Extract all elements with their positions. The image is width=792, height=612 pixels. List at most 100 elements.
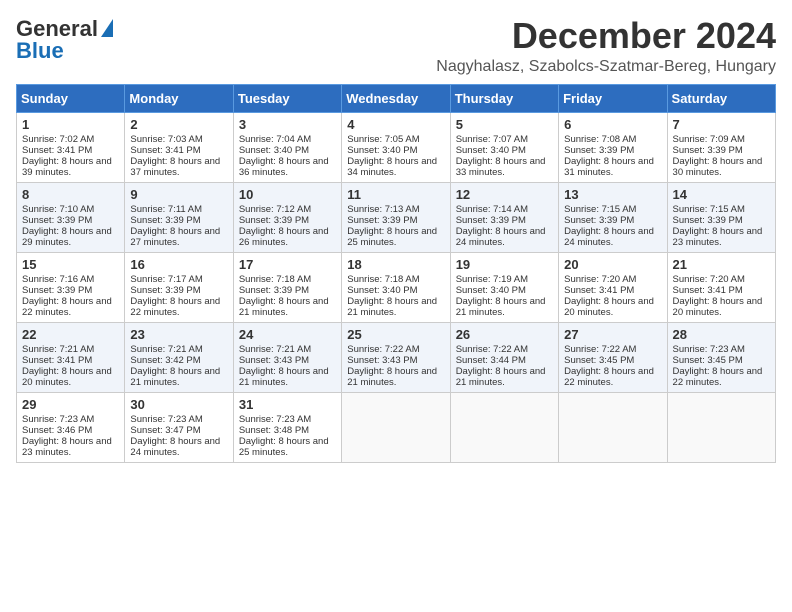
daylight: Daylight: 8 hours and 21 minutes. — [239, 366, 329, 388]
day-number: 15 — [22, 257, 119, 272]
sunrise: Sunrise: 7:21 AM — [130, 344, 202, 355]
sunset: Sunset: 3:39 PM — [347, 215, 417, 226]
day-number: 3 — [239, 117, 336, 132]
daylight: Daylight: 8 hours and 24 minutes. — [456, 226, 546, 248]
sunset: Sunset: 3:39 PM — [130, 215, 200, 226]
daylight: Daylight: 8 hours and 22 minutes. — [564, 366, 654, 388]
day-26: 26Sunrise: 7:22 AMSunset: 3:44 PMDayligh… — [450, 322, 558, 392]
empty-cell — [450, 392, 558, 462]
sunrise: Sunrise: 7:15 AM — [564, 204, 636, 215]
sunset: Sunset: 3:40 PM — [456, 145, 526, 156]
sunset: Sunset: 3:41 PM — [564, 285, 634, 296]
sunrise: Sunrise: 7:23 AM — [673, 344, 745, 355]
sunset: Sunset: 3:48 PM — [239, 425, 309, 436]
calendar-week-4: 22Sunrise: 7:21 AMSunset: 3:41 PMDayligh… — [17, 322, 776, 392]
daylight: Daylight: 8 hours and 33 minutes. — [456, 156, 546, 178]
daylight: Daylight: 8 hours and 22 minutes. — [673, 366, 763, 388]
sunset: Sunset: 3:42 PM — [130, 355, 200, 366]
sunrise: Sunrise: 7:04 AM — [239, 134, 311, 145]
daylight: Daylight: 8 hours and 25 minutes. — [347, 226, 437, 248]
day-23: 23Sunrise: 7:21 AMSunset: 3:42 PMDayligh… — [125, 322, 233, 392]
sunrise: Sunrise: 7:20 AM — [673, 274, 745, 285]
sunset: Sunset: 3:41 PM — [673, 285, 743, 296]
daylight: Daylight: 8 hours and 24 minutes. — [564, 226, 654, 248]
sunset: Sunset: 3:45 PM — [673, 355, 743, 366]
day-20: 20Sunrise: 7:20 AMSunset: 3:41 PMDayligh… — [559, 252, 667, 322]
sunrise: Sunrise: 7:13 AM — [347, 204, 419, 215]
daylight: Daylight: 8 hours and 24 minutes. — [130, 436, 220, 458]
day-number: 8 — [22, 187, 119, 202]
daylight: Daylight: 8 hours and 20 minutes. — [564, 296, 654, 318]
sunset: Sunset: 3:40 PM — [347, 285, 417, 296]
sunrise: Sunrise: 7:22 AM — [564, 344, 636, 355]
sunset: Sunset: 3:39 PM — [564, 145, 634, 156]
sunset: Sunset: 3:40 PM — [347, 145, 417, 156]
col-saturday: Saturday — [667, 84, 775, 112]
daylight: Daylight: 8 hours and 31 minutes. — [564, 156, 654, 178]
sunrise: Sunrise: 7:23 AM — [22, 414, 94, 425]
subtitle: Nagyhalasz, Szabolcs-Szatmar-Bereg, Hung… — [436, 58, 776, 76]
day-number: 28 — [673, 327, 770, 342]
day-number: 26 — [456, 327, 553, 342]
logo-shape — [101, 19, 113, 37]
calendar-week-5: 29Sunrise: 7:23 AMSunset: 3:46 PMDayligh… — [17, 392, 776, 462]
col-tuesday: Tuesday — [233, 84, 341, 112]
sunrise: Sunrise: 7:12 AM — [239, 204, 311, 215]
daylight: Daylight: 8 hours and 37 minutes. — [130, 156, 220, 178]
day-number: 9 — [130, 187, 227, 202]
sunrise: Sunrise: 7:17 AM — [130, 274, 202, 285]
day-number: 14 — [673, 187, 770, 202]
day-number: 4 — [347, 117, 444, 132]
day-31: 31Sunrise: 7:23 AMSunset: 3:48 PMDayligh… — [233, 392, 341, 462]
day-number: 31 — [239, 397, 336, 412]
title-section: December 2024 Nagyhalasz, Szabolcs-Szatm… — [436, 16, 776, 76]
day-number: 29 — [22, 397, 119, 412]
col-friday: Friday — [559, 84, 667, 112]
day-number: 6 — [564, 117, 661, 132]
day-12: 12Sunrise: 7:14 AMSunset: 3:39 PMDayligh… — [450, 182, 558, 252]
daylight: Daylight: 8 hours and 26 minutes. — [239, 226, 329, 248]
day-21: 21Sunrise: 7:20 AMSunset: 3:41 PMDayligh… — [667, 252, 775, 322]
col-monday: Monday — [125, 84, 233, 112]
logo: General Blue — [16, 16, 113, 64]
sunrise: Sunrise: 7:21 AM — [22, 344, 94, 355]
sunset: Sunset: 3:43 PM — [239, 355, 309, 366]
day-number: 22 — [22, 327, 119, 342]
calendar-week-2: 8Sunrise: 7:10 AMSunset: 3:39 PMDaylight… — [17, 182, 776, 252]
calendar-week-3: 15Sunrise: 7:16 AMSunset: 3:39 PMDayligh… — [17, 252, 776, 322]
day-7: 7Sunrise: 7:09 AMSunset: 3:39 PMDaylight… — [667, 112, 775, 182]
day-number: 17 — [239, 257, 336, 272]
sunrise: Sunrise: 7:02 AM — [22, 134, 94, 145]
col-thursday: Thursday — [450, 84, 558, 112]
daylight: Daylight: 8 hours and 25 minutes. — [239, 436, 329, 458]
empty-cell — [342, 392, 450, 462]
sunset: Sunset: 3:39 PM — [22, 215, 92, 226]
sunset: Sunset: 3:43 PM — [347, 355, 417, 366]
sunrise: Sunrise: 7:11 AM — [130, 204, 202, 215]
day-22: 22Sunrise: 7:21 AMSunset: 3:41 PMDayligh… — [17, 322, 125, 392]
day-18: 18Sunrise: 7:18 AMSunset: 3:40 PMDayligh… — [342, 252, 450, 322]
day-number: 21 — [673, 257, 770, 272]
daylight: Daylight: 8 hours and 20 minutes. — [22, 366, 112, 388]
sunset: Sunset: 3:39 PM — [239, 215, 309, 226]
day-number: 30 — [130, 397, 227, 412]
day-number: 19 — [456, 257, 553, 272]
day-24: 24Sunrise: 7:21 AMSunset: 3:43 PMDayligh… — [233, 322, 341, 392]
day-15: 15Sunrise: 7:16 AMSunset: 3:39 PMDayligh… — [17, 252, 125, 322]
day-17: 17Sunrise: 7:18 AMSunset: 3:39 PMDayligh… — [233, 252, 341, 322]
sunset: Sunset: 3:39 PM — [673, 145, 743, 156]
day-25: 25Sunrise: 7:22 AMSunset: 3:43 PMDayligh… — [342, 322, 450, 392]
sunrise: Sunrise: 7:16 AM — [22, 274, 94, 285]
sunrise: Sunrise: 7:21 AM — [239, 344, 311, 355]
sunset: Sunset: 3:39 PM — [673, 215, 743, 226]
day-16: 16Sunrise: 7:17 AMSunset: 3:39 PMDayligh… — [125, 252, 233, 322]
day-number: 13 — [564, 187, 661, 202]
col-sunday: Sunday — [17, 84, 125, 112]
sunrise: Sunrise: 7:14 AM — [456, 204, 528, 215]
day-number: 16 — [130, 257, 227, 272]
daylight: Daylight: 8 hours and 21 minutes. — [456, 296, 546, 318]
daylight: Daylight: 8 hours and 21 minutes. — [456, 366, 546, 388]
day-number: 7 — [673, 117, 770, 132]
daylight: Daylight: 8 hours and 21 minutes. — [347, 296, 437, 318]
day-number: 23 — [130, 327, 227, 342]
